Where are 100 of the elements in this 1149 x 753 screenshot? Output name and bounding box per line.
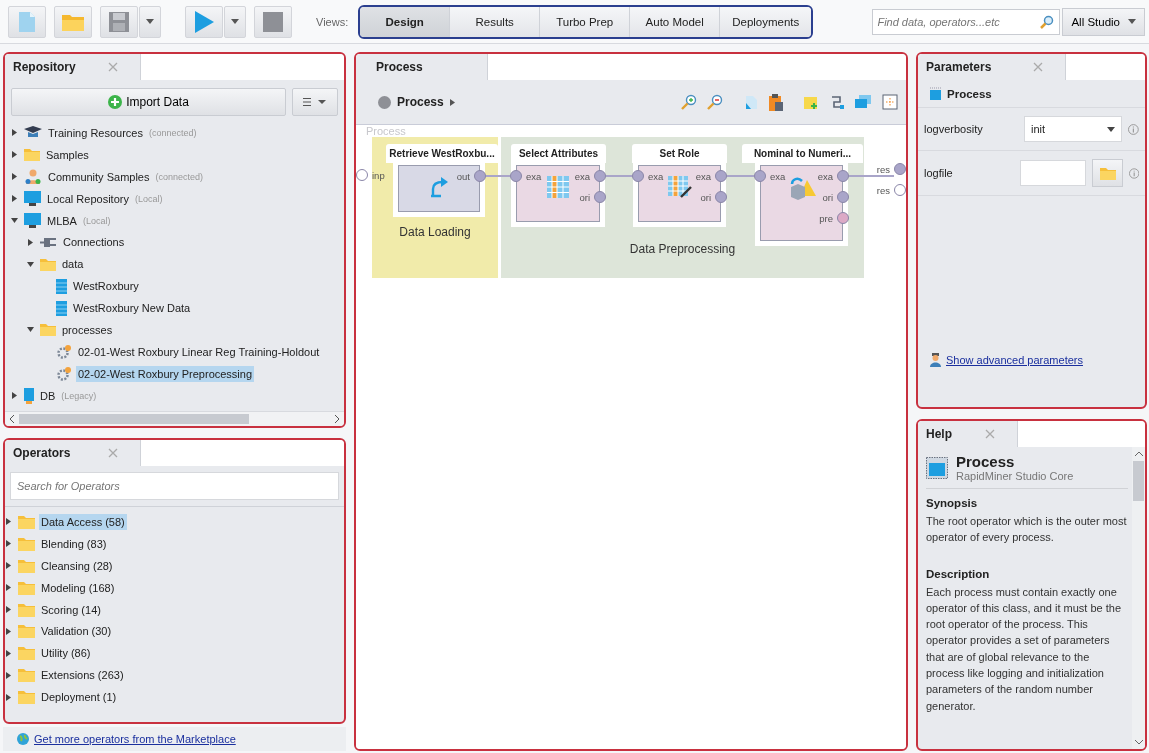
operator-group[interactable]: Utility (86) xyxy=(39,645,93,662)
close-icon[interactable] xyxy=(108,448,118,458)
fit-layout-icon[interactable] xyxy=(882,94,898,110)
operator-group[interactable]: Validation (30) xyxy=(39,623,114,640)
tree-item[interactable]: processes xyxy=(60,321,115,338)
parameter-dropdown[interactable]: init xyxy=(1024,116,1123,142)
expand-toggle-icon[interactable] xyxy=(11,392,18,400)
expand-toggle-icon[interactable] xyxy=(5,562,12,570)
operator-group[interactable]: Scoring (14) xyxy=(39,601,103,618)
operator-node[interactable]: Nominal to Numeri... exa exa ori pre xyxy=(742,144,863,247)
stop-button[interactable] xyxy=(254,5,292,38)
output-port[interactable] xyxy=(894,184,906,196)
output-port[interactable] xyxy=(894,163,906,175)
repository-menu-button[interactable] xyxy=(292,88,338,116)
operator-group[interactable]: Blending (83) xyxy=(39,535,109,552)
tree-item[interactable]: Samples xyxy=(44,146,91,163)
expand-toggle-icon[interactable] xyxy=(11,151,18,159)
scroll-up-icon[interactable] xyxy=(1133,451,1144,457)
operator-group[interactable]: Deployment (1) xyxy=(39,689,119,706)
connector-icon[interactable] xyxy=(829,94,845,110)
expand-toggle-icon[interactable] xyxy=(11,217,18,224)
tree-item[interactable]: data xyxy=(60,256,86,273)
scroll-down-icon[interactable] xyxy=(1133,739,1144,745)
tree-item[interactable]: DB xyxy=(38,387,58,404)
zoom-in-icon[interactable] xyxy=(681,94,697,110)
operator-group[interactable]: Extensions (263) xyxy=(39,667,126,684)
panel-tab[interactable]: Process xyxy=(356,54,488,80)
info-icon[interactable] xyxy=(1128,167,1139,179)
panel-tab[interactable]: Parameters xyxy=(918,54,1066,80)
operator-node[interactable]: Select Attributes exa exa ori xyxy=(509,144,607,228)
advanced-parameters-link[interactable]: Show advanced parameters xyxy=(946,354,1083,366)
layers-icon[interactable] xyxy=(855,95,872,109)
save-button[interactable] xyxy=(100,5,138,38)
expand-toggle-icon[interactable] xyxy=(27,260,34,268)
search-icon[interactable] xyxy=(1040,14,1055,29)
expand-toggle-icon[interactable] xyxy=(5,627,12,635)
tree-item[interactable]: Connections xyxy=(61,234,127,251)
file-path-field[interactable] xyxy=(1020,160,1087,186)
expand-toggle-icon[interactable] xyxy=(27,238,34,246)
operator-group[interactable]: Data Access (58) xyxy=(39,513,127,530)
expand-toggle-icon[interactable] xyxy=(5,649,12,657)
panel-tab[interactable]: Help xyxy=(918,421,1018,447)
view-tab[interactable]: Auto Model xyxy=(630,6,721,37)
open-button[interactable] xyxy=(54,5,92,38)
caret-icon xyxy=(231,19,239,24)
view-tab[interactable]: Results xyxy=(450,6,541,37)
operator-node[interactable]: Retrieve WestRoxbu... out xyxy=(386,144,498,218)
clipboard-icon[interactable] xyxy=(769,93,783,111)
expand-toggle-icon[interactable] xyxy=(11,129,18,137)
horizontal-scrollbar[interactable] xyxy=(5,411,344,426)
scroll-right-icon[interactable] xyxy=(334,414,340,424)
expand-toggle-icon[interactable] xyxy=(5,606,12,613)
vertical-scrollbar[interactable] xyxy=(1132,447,1145,749)
expand-toggle-icon[interactable] xyxy=(11,195,18,203)
search-field[interactable]: Find data, operators...etc xyxy=(872,8,1061,35)
operator-node[interactable]: Set Role exa exa ori xyxy=(631,144,728,228)
document-icon[interactable] xyxy=(743,94,759,110)
breadcrumb[interactable]: Process xyxy=(397,95,444,109)
tree-item[interactable]: 02-01-West Roxbury Linear Reg Training-Holdout xyxy=(76,343,322,360)
expand-toggle-icon[interactable] xyxy=(5,584,12,592)
save-menu-button[interactable] xyxy=(139,5,161,38)
zoom-out-icon[interactable] xyxy=(707,94,723,110)
tree-item[interactable]: Training Resources xyxy=(46,124,145,141)
port-label: res xyxy=(876,184,890,196)
panel-tab[interactable]: Repository xyxy=(5,54,141,80)
run-menu-button[interactable] xyxy=(224,5,246,38)
port-label: exa xyxy=(526,170,542,182)
input-port[interactable] xyxy=(356,169,368,181)
tree-item[interactable]: Community Samples xyxy=(46,168,152,185)
add-note-icon[interactable] xyxy=(803,94,819,110)
run-button[interactable] xyxy=(185,5,223,38)
scrollbar-thumb[interactable] xyxy=(19,414,249,424)
stop-icon xyxy=(262,10,284,33)
close-icon[interactable] xyxy=(1033,62,1043,72)
expand-toggle-icon[interactable] xyxy=(11,173,18,181)
tree-item[interactable]: Local Repository xyxy=(45,190,131,207)
expand-toggle-icon[interactable] xyxy=(5,671,12,679)
tree-item[interactable]: 02-02-West Roxbury Preprocessing xyxy=(76,365,255,382)
operator-group[interactable]: Cleansing (28) xyxy=(39,557,115,574)
scrollbar-thumb[interactable] xyxy=(1133,461,1144,501)
scroll-left-icon[interactable] xyxy=(9,414,15,424)
view-tab[interactable]: Deployments xyxy=(720,6,812,37)
import-data-button[interactable]: Import Data xyxy=(11,88,286,116)
panel-tab[interactable]: Operators xyxy=(5,440,141,466)
operator-search-field[interactable]: Search for Operators xyxy=(10,472,339,500)
view-tab[interactable]: Design xyxy=(360,6,451,37)
operator-group[interactable]: Modeling (168) xyxy=(39,579,117,596)
close-icon[interactable] xyxy=(985,429,995,439)
expand-toggle-icon[interactable] xyxy=(5,540,12,548)
expand-toggle-icon[interactable] xyxy=(27,326,34,334)
tree-item[interactable]: WestRoxbury New Data xyxy=(71,300,193,317)
view-tab[interactable]: Turbo Prep xyxy=(540,6,631,37)
scope-dropdown[interactable]: All Studio xyxy=(1062,7,1145,36)
info-icon[interactable] xyxy=(1128,123,1139,135)
chevron-icon[interactable] xyxy=(449,98,455,106)
tree-item[interactable]: MLBA xyxy=(45,212,79,229)
expand-toggle-icon[interactable] xyxy=(5,693,12,701)
expand-toggle-icon[interactable] xyxy=(5,518,12,526)
close-icon[interactable] xyxy=(108,62,118,72)
tree-item[interactable]: WestRoxbury xyxy=(71,278,141,295)
